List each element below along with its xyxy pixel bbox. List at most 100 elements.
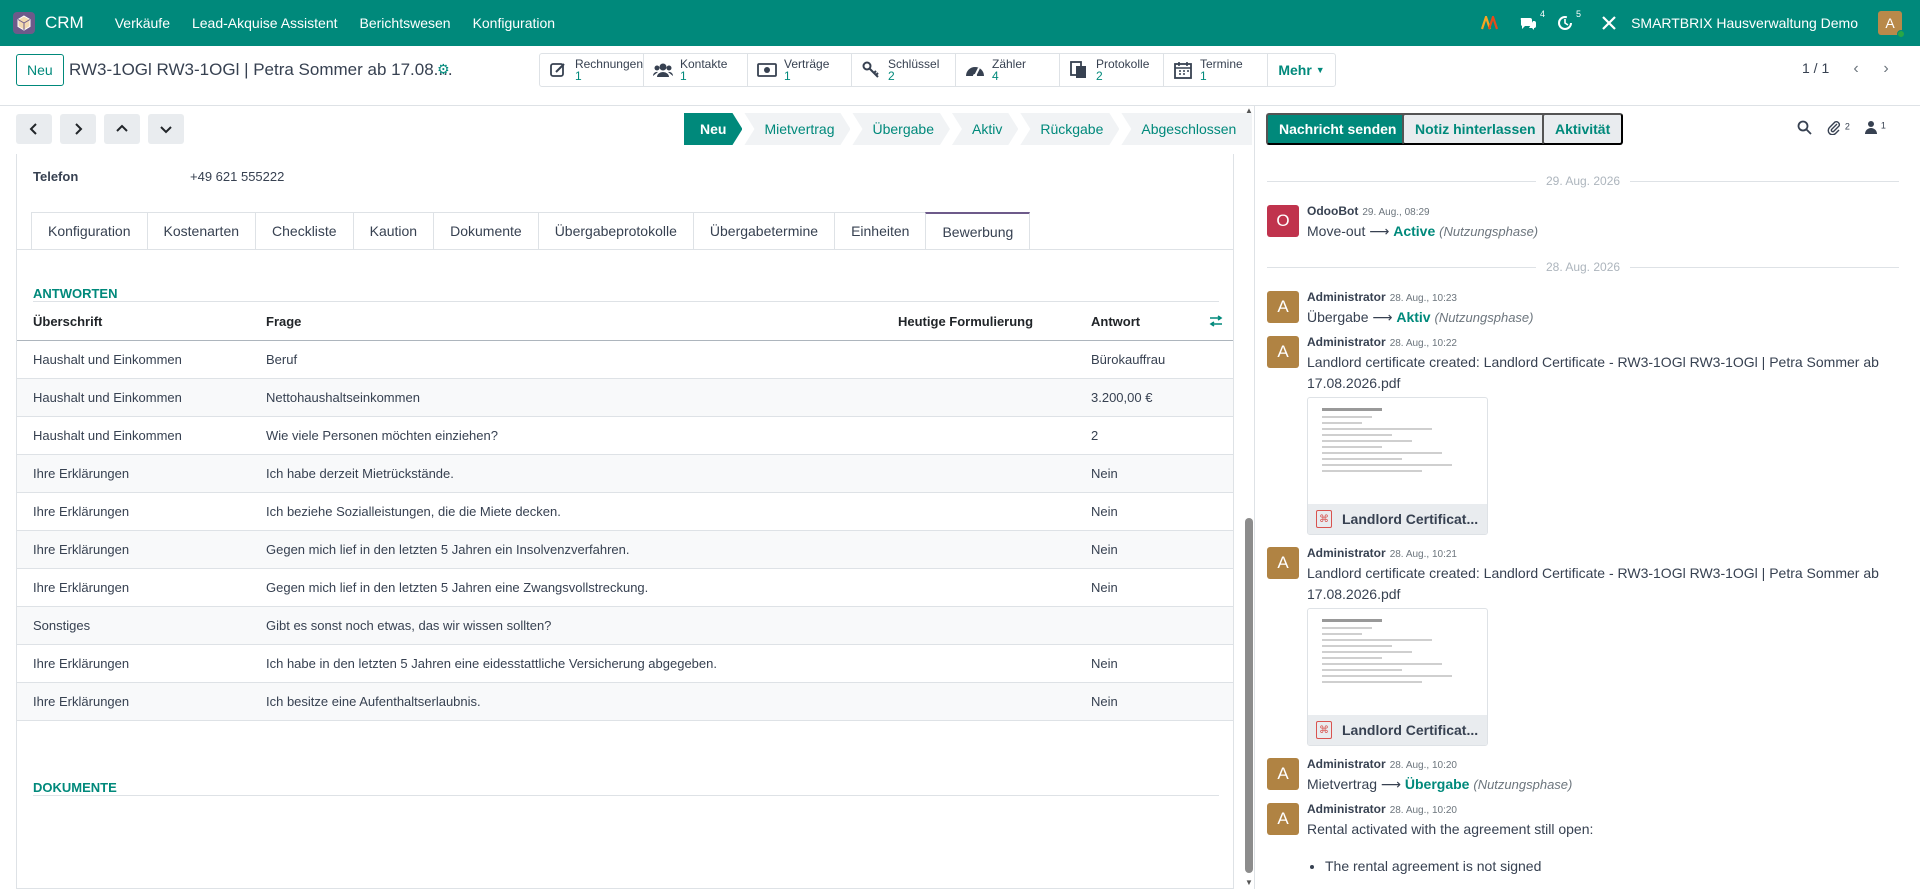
- apps-logo-icon[interactable]: [1481, 16, 1499, 30]
- tracked-field: (Nutzungsphase): [1434, 310, 1534, 325]
- followers-count: 1: [1880, 120, 1886, 131]
- author-name[interactable]: OdooBot: [1307, 204, 1358, 218]
- avatar[interactable]: A: [1267, 547, 1299, 579]
- tab-checkliste[interactable]: Checkliste: [255, 212, 353, 250]
- cell-frage: Gegen mich lief in den letzten 5 Jahren …: [266, 580, 649, 595]
- table-row[interactable]: Ihre Erklärungen Ich habe in den letzten…: [17, 645, 1233, 683]
- send-message-button[interactable]: Nachricht senden: [1266, 113, 1410, 145]
- sb-value: 1: [1200, 69, 1207, 83]
- smart-buttons: Rechnungen 1 Kontakte 1 Verträge 1 Schlüsse…: [539, 53, 1336, 87]
- sb-value: 2: [1096, 69, 1103, 83]
- scroll-down-icon[interactable]: ▼: [1244, 878, 1254, 887]
- optional-columns-icon[interactable]: [1209, 314, 1223, 330]
- tab-dokumente[interactable]: Dokumente: [433, 212, 538, 250]
- tab-kaution[interactable]: Kaution: [352, 212, 434, 250]
- tab-bewerbung[interactable]: Bewerbung: [925, 212, 1031, 250]
- author-name[interactable]: Administrator: [1307, 802, 1386, 816]
- attachments-icon[interactable]: 2: [1827, 120, 1850, 138]
- author-name[interactable]: Administrator: [1307, 546, 1386, 560]
- col-header-antwort[interactable]: Antwort: [1091, 314, 1140, 329]
- attachment-card[interactable]: ⌘ Landlord Certificat...: [1307, 608, 1488, 746]
- smart-button-zaehler[interactable]: Zähler 4: [956, 54, 1060, 86]
- smart-button-kontakte[interactable]: Kontakte 1: [644, 54, 748, 86]
- chevron-left-icon[interactable]: [16, 114, 52, 144]
- author-name[interactable]: Administrator: [1307, 335, 1386, 349]
- chevron-right-icon[interactable]: [60, 114, 96, 144]
- user-avatar[interactable]: A: [1878, 11, 1905, 38]
- tab-einheiten[interactable]: Einheiten: [834, 212, 926, 250]
- list-item: The rental agreement is not signed: [1325, 858, 1541, 874]
- stage-uebergabe[interactable]: Übergabe: [852, 113, 950, 145]
- sb-value: 2: [888, 69, 895, 83]
- col-header-ueberschrift[interactable]: Überschrift: [33, 314, 102, 329]
- tab-konfiguration[interactable]: Konfiguration: [31, 212, 147, 250]
- chevron-up-icon[interactable]: [104, 114, 140, 144]
- more-button[interactable]: Mehr ▼: [1268, 54, 1335, 86]
- messages-icon[interactable]: 4: [1519, 9, 1545, 31]
- company-switcher[interactable]: SMARTBRIX Hausverwaltung Demo: [1631, 15, 1858, 31]
- author-name[interactable]: Administrator: [1307, 290, 1386, 304]
- menu-lead-akquise[interactable]: Lead-Akquise Assistent: [192, 15, 338, 31]
- table-row[interactable]: Haushalt und Einkommen Wie viele Persone…: [17, 417, 1233, 455]
- cell-ueberschrift: Ihre Erklärungen: [33, 694, 130, 709]
- pencil-square-icon: [548, 61, 569, 79]
- search-icon[interactable]: [1797, 120, 1812, 138]
- author-name[interactable]: Administrator: [1307, 757, 1386, 771]
- col-header-frage[interactable]: Frage: [266, 314, 301, 329]
- activities-clock-icon[interactable]: 5: [1557, 9, 1581, 31]
- pager-previous-icon[interactable]: ‹: [1843, 56, 1869, 82]
- section-divider: [33, 795, 1219, 796]
- pager-next-icon[interactable]: ›: [1873, 56, 1899, 82]
- table-row[interactable]: Ihre Erklärungen Gegen mich lief in den …: [17, 569, 1233, 607]
- table-row[interactable]: Haushalt und Einkommen Beruf Bürokauffra…: [17, 341, 1233, 379]
- table-row[interactable]: Sonstiges Gibt es sonst noch etwas, das …: [17, 607, 1233, 645]
- crm-app-icon[interactable]: [13, 12, 35, 34]
- table-row[interactable]: Ihre Erklärungen Ich besitze eine Aufent…: [17, 683, 1233, 721]
- tab-kostenarten[interactable]: Kostenarten: [146, 212, 256, 250]
- form-scrollbar[interactable]: ▲ ▼: [1244, 106, 1254, 889]
- avatar[interactable]: A: [1267, 291, 1299, 323]
- menu-verkaeufe[interactable]: Verkäufe: [115, 15, 170, 31]
- smart-button-protokolle[interactable]: Protokolle 2: [1060, 54, 1164, 86]
- avatar[interactable]: A: [1267, 803, 1299, 835]
- attachment-card[interactable]: ⌘ Landlord Certificat...: [1307, 397, 1488, 535]
- col-header-heutige-formulierung[interactable]: Heutige Formulierung: [898, 314, 1033, 329]
- smart-button-rechnungen[interactable]: Rechnungen 1: [540, 54, 644, 86]
- activity-button[interactable]: Aktivität: [1542, 113, 1624, 145]
- chevron-down-icon[interactable]: [148, 114, 184, 144]
- stage-rueckgabe[interactable]: Rückgabe: [1020, 113, 1119, 145]
- cell-ueberschrift: Sonstiges: [33, 618, 91, 633]
- smart-button-vertraege[interactable]: Verträge 1: [748, 54, 852, 86]
- avatar[interactable]: A: [1267, 336, 1299, 368]
- table-row[interactable]: Ihre Erklärungen Ich beziehe Sozialleist…: [17, 493, 1233, 531]
- table-row[interactable]: Ihre Erklärungen Ich habe derzeit Mietrü…: [17, 455, 1233, 493]
- smart-button-schluessel[interactable]: Schlüssel 2: [852, 54, 956, 86]
- followers-icon[interactable]: 1: [1865, 120, 1886, 137]
- avatar[interactable]: O: [1267, 205, 1299, 237]
- stage-abgeschlossen[interactable]: Abgeschlossen: [1121, 113, 1253, 145]
- old-value: Mietvertrag: [1307, 776, 1378, 792]
- message-time: 28. Aug., 10:21: [1389, 549, 1457, 560]
- gear-icon[interactable]: ⚙: [437, 61, 450, 78]
- smart-button-termine[interactable]: Termine 1: [1164, 54, 1268, 86]
- phone-value[interactable]: +49 621 555222: [190, 169, 284, 184]
- scrollbar-thumb[interactable]: [1245, 518, 1253, 873]
- table-row[interactable]: Ihre Erklärungen Gegen mich lief in den …: [17, 531, 1233, 569]
- avatar[interactable]: A: [1267, 758, 1299, 790]
- tools-icon[interactable]: [1601, 15, 1617, 31]
- menu-berichtswesen[interactable]: Berichtswesen: [360, 15, 451, 31]
- pager-value[interactable]: 1 / 1: [1802, 60, 1829, 76]
- tab-uebergabeprotokolle[interactable]: Übergabeprotokolle: [537, 212, 693, 250]
- stage-aktiv[interactable]: Aktiv: [952, 113, 1018, 145]
- log-note-button[interactable]: Notiz hinterlassen: [1402, 113, 1549, 145]
- app-name[interactable]: CRM: [45, 13, 84, 33]
- menu-konfiguration[interactable]: Konfiguration: [473, 15, 556, 31]
- message-time: 28. Aug., 10:20: [1389, 760, 1457, 771]
- table-row[interactable]: Haushalt und Einkommen Nettohaushaltsein…: [17, 379, 1233, 417]
- new-button[interactable]: Neu: [16, 54, 64, 86]
- tab-uebergabetermine[interactable]: Übergabetermine: [692, 212, 835, 250]
- stage-mietvertrag[interactable]: Mietvertrag: [744, 113, 850, 145]
- scroll-up-icon[interactable]: ▲: [1244, 106, 1254, 115]
- stage-neu[interactable]: Neu: [684, 113, 742, 145]
- message-body: Rental activated with the agreement stil…: [1307, 821, 1594, 837]
